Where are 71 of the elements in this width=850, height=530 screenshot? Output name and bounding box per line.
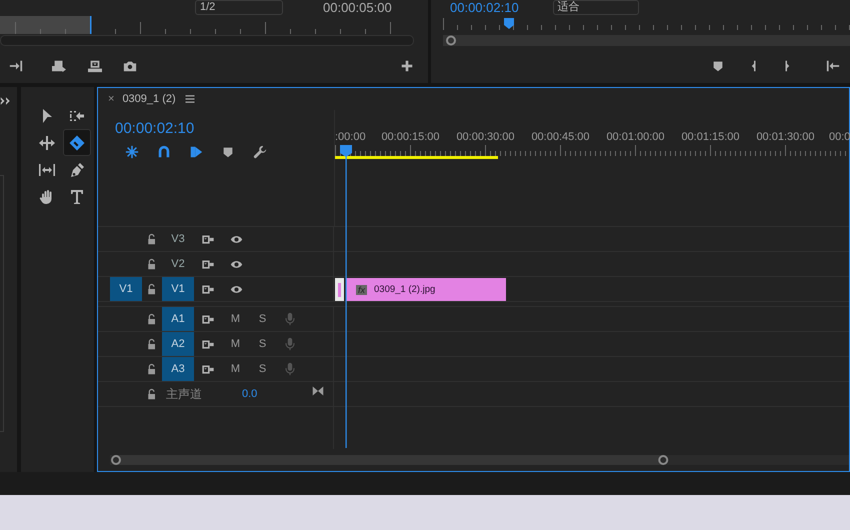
master-volume[interactable]: 0.0	[242, 388, 312, 400]
padlock-icon[interactable]	[146, 388, 158, 400]
ruler-label: 00:00:15:00	[380, 131, 441, 145]
clip-name: 0309_1 (2).jpg	[374, 284, 436, 295]
razor-icon	[68, 134, 84, 150]
sync-lock-icon[interactable]	[201, 282, 215, 296]
zoom-scroll-bar[interactable]	[110, 454, 849, 466]
ruler-label: :00:00	[335, 131, 367, 145]
master-track-label: 主声道	[166, 386, 203, 402]
track-target[interactable]: V1	[162, 277, 194, 301]
playhead-timecode[interactable]: 00:00:02:10	[115, 120, 334, 137]
source-patch[interactable]: V1	[110, 277, 142, 301]
tool-button[interactable]	[62, 129, 90, 156]
padlock-icon[interactable]	[146, 363, 158, 375]
fx-badge: fx	[356, 284, 368, 294]
insert-clip-icon[interactable]	[50, 59, 68, 73]
bowtie-icon[interactable]	[312, 385, 324, 397]
mute-toggle[interactable]: M	[222, 313, 249, 325]
marker-icon[interactable]	[221, 145, 235, 159]
wrench-icon[interactable]	[253, 145, 267, 159]
overwrite-clip-icon[interactable]	[86, 59, 104, 73]
plus-icon[interactable]	[400, 59, 414, 73]
linked-selection-icon[interactable]	[189, 145, 203, 159]
bracket-arrows-icon	[38, 162, 54, 178]
ruler-label: 00:00:45:00	[530, 131, 591, 145]
padlock-icon[interactable]	[146, 258, 158, 270]
track-target[interactable]: A3	[162, 357, 194, 381]
mute-toggle[interactable]: M	[222, 338, 249, 350]
sync-lock-icon[interactable]	[201, 338, 215, 350]
playhead-drawing[interactable]	[340, 145, 352, 448]
sync-lock-icon[interactable]	[201, 232, 215, 246]
timecode: 00:00:05:00	[323, 0, 392, 14]
ruler-label: 00:00:30:00	[455, 131, 516, 145]
magnet-icon[interactable]	[157, 145, 171, 159]
double-chevron-icon[interactable]	[0, 95, 12, 107]
mute-toggle[interactable]: M	[222, 363, 249, 375]
track-target[interactable]: V2	[162, 252, 194, 276]
pen-icon	[68, 162, 84, 178]
timecode: 00:00:02:10	[450, 0, 519, 14]
clip-handle[interactable]	[335, 278, 344, 301]
track-target[interactable]: A1	[162, 307, 194, 331]
track-target[interactable]: V3	[162, 227, 194, 251]
sync-lock-icon[interactable]	[201, 258, 215, 270]
zoom-select[interactable]: 1/2	[195, 0, 283, 14]
solo-toggle[interactable]: S	[249, 363, 276, 375]
scroll-bar[interactable]	[0, 35, 414, 46]
ruler-label: 00:01:30:00	[755, 131, 816, 145]
sync-lock-icon[interactable]	[201, 312, 215, 326]
arrow-into-bar-icon[interactable]	[8, 59, 24, 73]
track-target[interactable]: A2	[162, 332, 194, 356]
close-button[interactable]: ×	[108, 93, 114, 105]
arrow-to-bar-icon[interactable]	[825, 59, 841, 73]
padlock-icon[interactable]	[146, 283, 158, 295]
menu-icon[interactable]	[184, 93, 196, 105]
padlock-icon[interactable]	[146, 338, 158, 350]
ruler-label: 00:01:15:00	[680, 131, 741, 145]
marker-icon[interactable]	[711, 59, 725, 73]
camera-icon[interactable]	[122, 59, 138, 73]
solo-toggle[interactable]: S	[249, 338, 276, 350]
padlock-icon[interactable]	[146, 313, 158, 325]
asterisk-icon[interactable]	[125, 145, 139, 159]
hand-icon	[38, 188, 54, 204]
sync-lock-icon[interactable]	[201, 362, 215, 376]
zoom-select[interactable]: 适合	[552, 0, 639, 14]
ruler-label: 00:01:00:00	[605, 131, 666, 145]
sequence-tab[interactable]: 0309_1 (2)	[122, 93, 176, 105]
solo-toggle[interactable]: S	[249, 313, 276, 325]
video-clip[interactable]: fx 0309_1 (2).jpg	[346, 278, 506, 301]
split-arrows-icon	[38, 134, 54, 150]
type-tool-icon	[68, 188, 84, 204]
padlock-icon[interactable]	[146, 233, 158, 245]
